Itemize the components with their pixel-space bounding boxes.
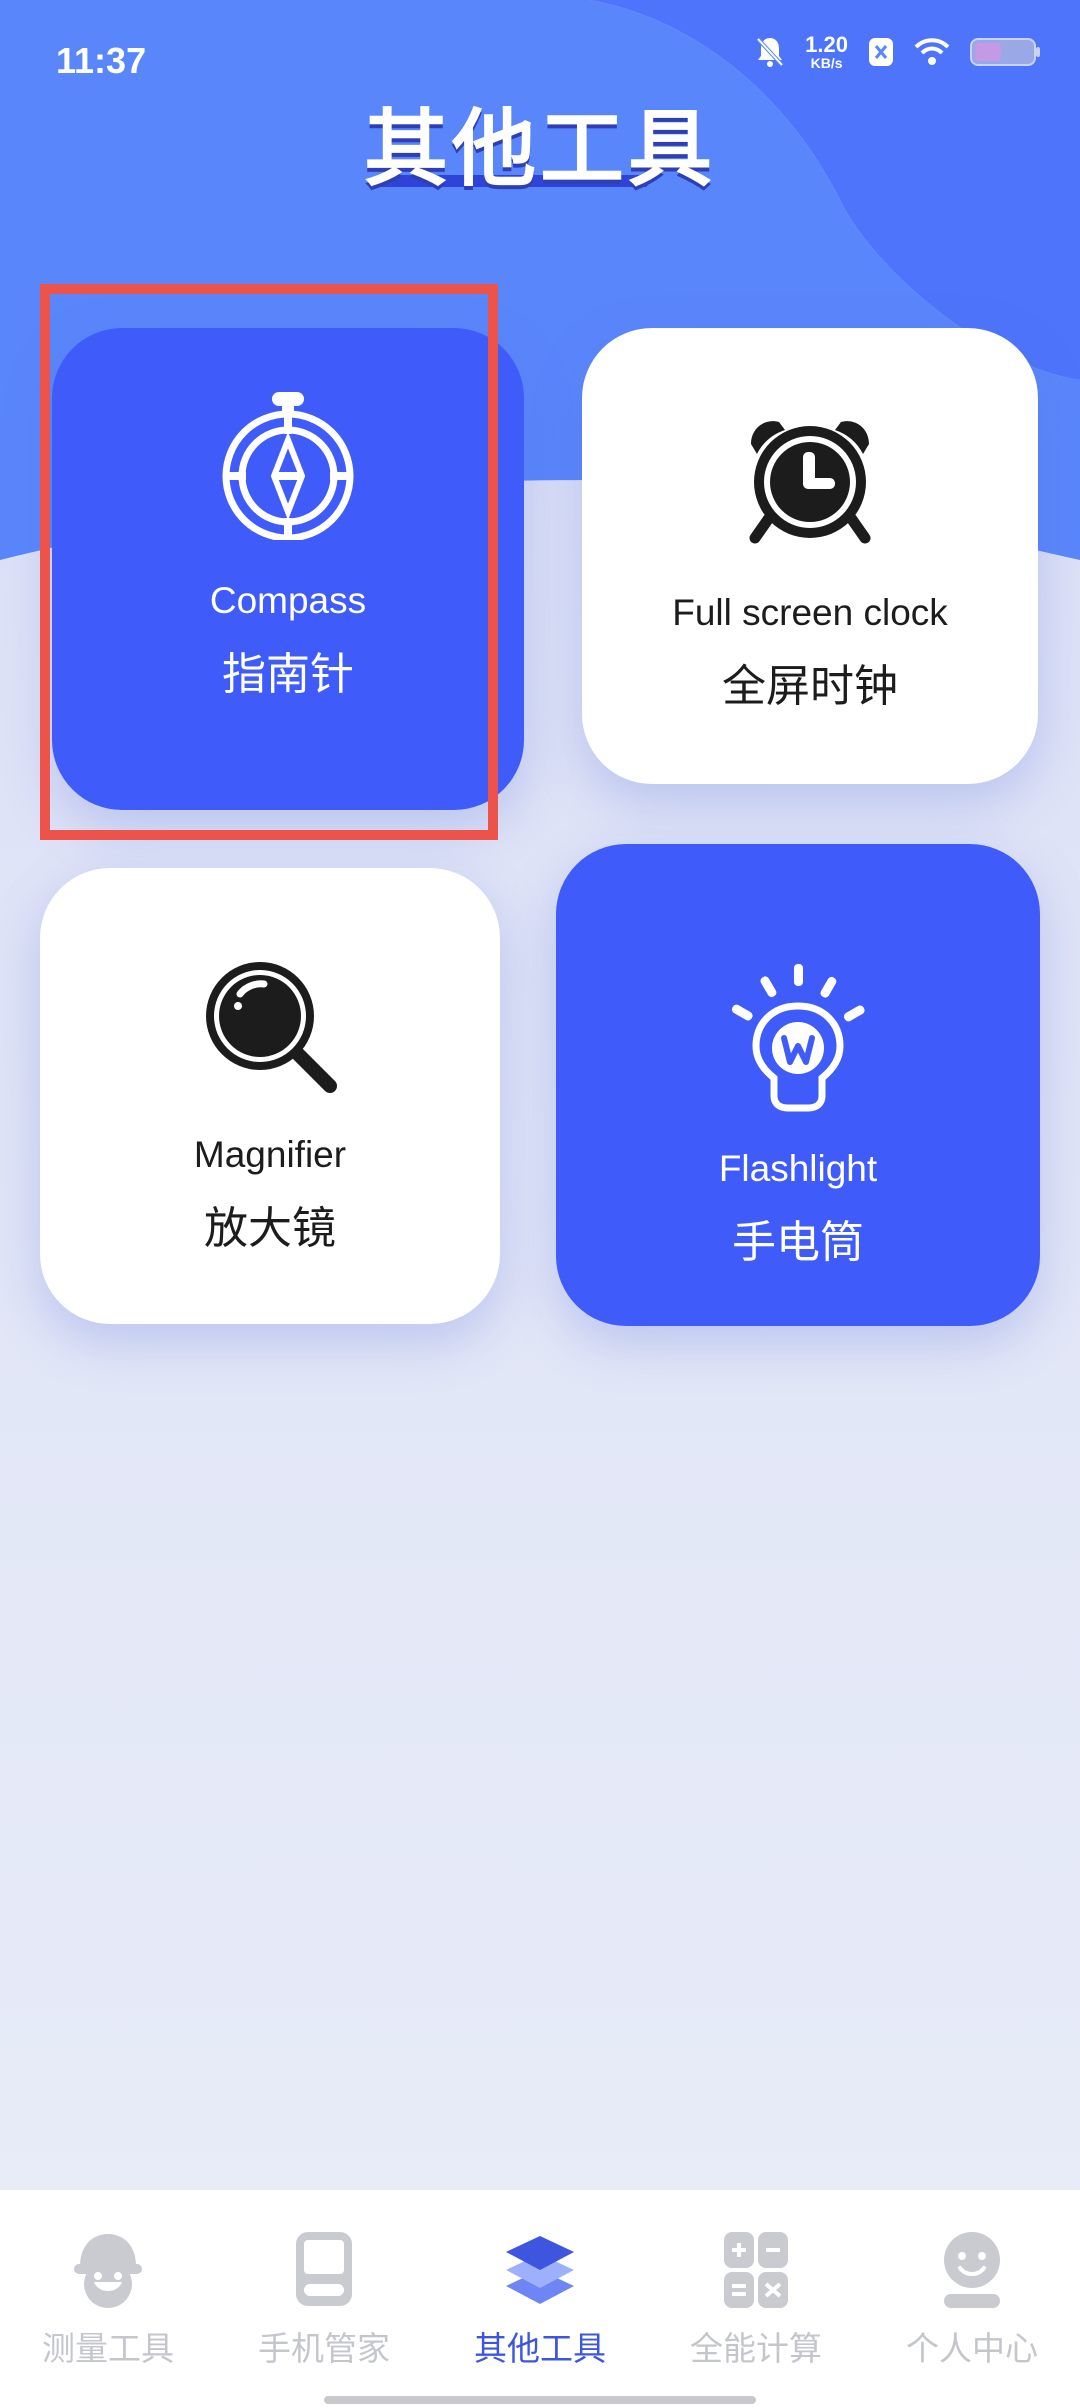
alarm-clock-icon	[582, 414, 1038, 544]
tool-card-full-screen-clock[interactable]: Full screen clock 全屏时钟	[582, 328, 1038, 784]
status-icons: 1.20 KB/s	[755, 32, 1040, 72]
calculator-icon	[648, 2230, 864, 2314]
home-indicator	[324, 2396, 756, 2404]
tab-label: 测量工具	[42, 2329, 174, 2368]
phone-manager-icon	[216, 2230, 432, 2314]
tool-name-en: Flashlight	[718, 1148, 878, 1189]
profile-icon	[864, 2230, 1080, 2314]
tab-all-calc[interactable]: 全能计算	[648, 2230, 864, 2370]
battery-icon	[970, 38, 1040, 70]
tab-label: 全能计算	[690, 2329, 822, 2368]
selection-highlight	[40, 284, 498, 840]
page-title: 其他工具	[363, 100, 716, 198]
tab-profile[interactable]: 个人中心	[864, 2230, 1080, 2370]
layers-icon	[432, 2230, 648, 2314]
tab-measure-tools[interactable]: 测量工具	[0, 2230, 216, 2370]
magnifier-icon	[40, 958, 500, 1098]
lightbulb-icon	[556, 962, 1040, 1112]
tool-name-en: Full screen clock	[672, 592, 948, 633]
tool-name-en: Magnifier	[193, 1134, 347, 1175]
bell-muted-icon	[755, 36, 785, 72]
tool-card-flashlight[interactable]: Flashlight 手电筒	[556, 844, 1040, 1326]
tab-phone-manager[interactable]: 手机管家	[216, 2230, 432, 2370]
bottom-tab-bar: 测量工具 手机管家 其他工具 全能计算 个人中心	[0, 2190, 1080, 2408]
status-time: 11:37	[56, 40, 147, 81]
notification-x-icon	[868, 37, 894, 71]
tab-label: 个人中心	[906, 2329, 1038, 2368]
wifi-icon	[914, 38, 950, 70]
tab-label: 手机管家	[258, 2329, 390, 2368]
measure-robot-icon	[0, 2230, 216, 2314]
tab-label: 其他工具	[474, 2329, 606, 2368]
tool-card-magnifier[interactable]: Magnifier 放大镜	[40, 868, 500, 1324]
tool-name-zh: 放大镜	[204, 1203, 336, 1254]
tool-name-zh: 手电筒	[732, 1217, 864, 1268]
tool-name-zh: 全屏时钟	[722, 661, 898, 712]
network-speed: 1.20 KB/s	[805, 32, 848, 72]
tab-other-tools[interactable]: 其他工具	[432, 2230, 648, 2370]
